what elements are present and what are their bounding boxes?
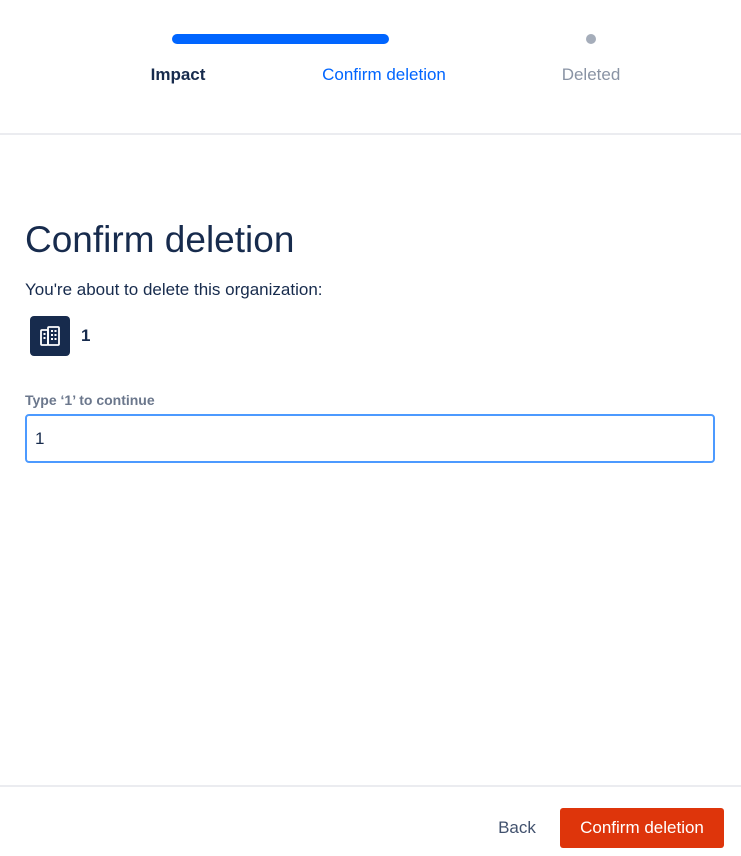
confirm-deletion-button[interactable]: Confirm deletion [560, 808, 724, 848]
confirm-field-label: Type ‘1’ to continue [25, 392, 155, 408]
progress-tracker: Impact Confirm deletion Deleted [0, 0, 741, 135]
footer-actions: Back Confirm deletion [0, 785, 741, 856]
building-icon [30, 316, 70, 356]
confirm-name-input[interactable] [25, 414, 715, 463]
delete-organization-page: Impact Confirm deletion Deleted Confirm … [0, 0, 741, 856]
progress-bar-completed [172, 34, 389, 44]
intro-text: You're about to delete this organization… [25, 280, 323, 299]
page-title: Confirm deletion [25, 219, 295, 260]
organization-item: 1 [30, 316, 90, 356]
progress-dot-upcoming [586, 34, 596, 44]
step-confirm-deletion: Confirm deletion [322, 65, 446, 84]
step-deleted: Deleted [561, 65, 621, 84]
back-button[interactable]: Back [486, 808, 548, 848]
step-impact: Impact [150, 65, 206, 84]
organization-name: 1 [81, 326, 91, 345]
